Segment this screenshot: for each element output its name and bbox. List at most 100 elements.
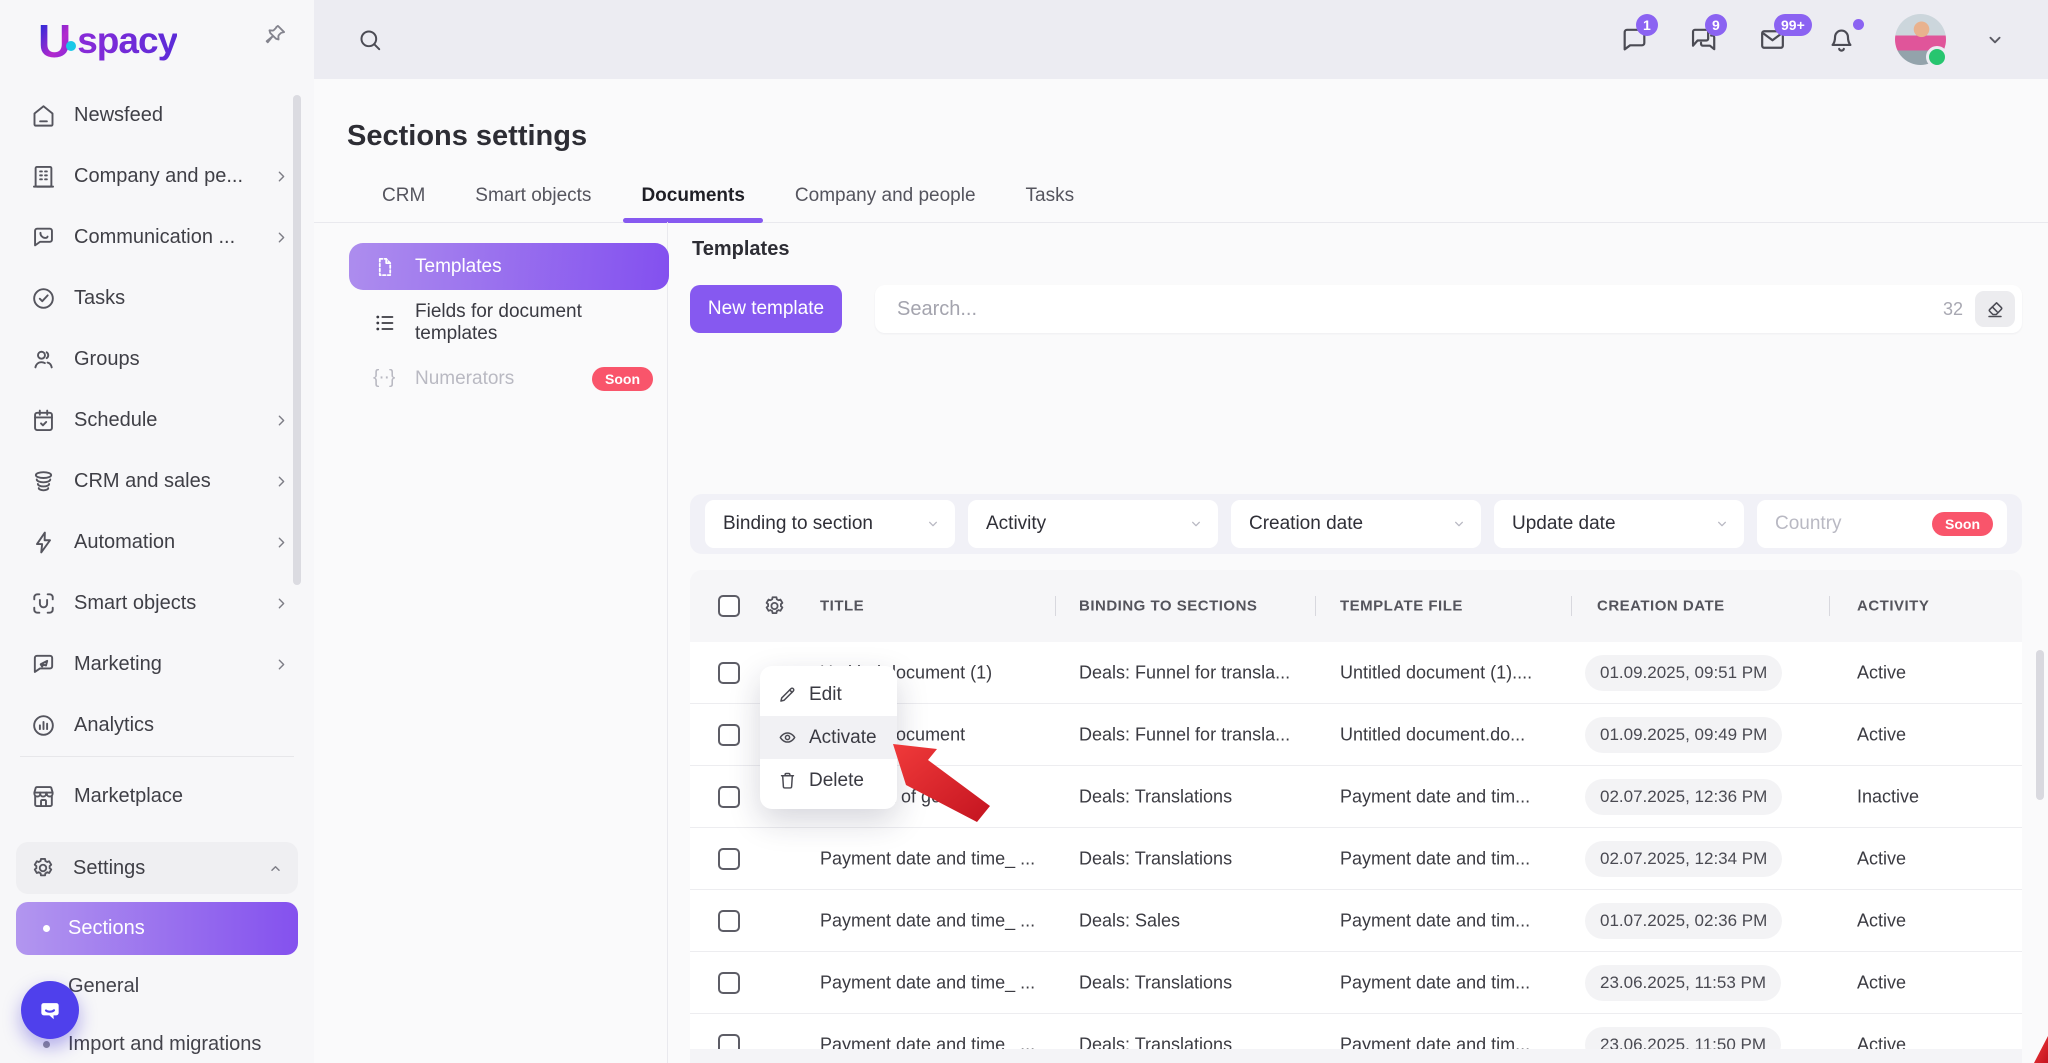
column-activity[interactable]: ACTIVITY: [1857, 598, 1929, 615]
table-row[interactable]: Payment date and time_ ... Deals: Sales …: [690, 890, 2022, 952]
logo-letter-u: U: [38, 14, 70, 68]
tab[interactable]: Tasks: [1024, 185, 1077, 222]
sidebar-item[interactable]: Newsfeed: [0, 85, 314, 146]
context-menu-item-label: Activate: [809, 727, 877, 749]
row-checkbox[interactable]: [718, 848, 740, 870]
filter-dropdown[interactable]: Update date: [1494, 500, 1744, 548]
sidebar-item[interactable]: Groups: [0, 329, 314, 390]
context-menu-item[interactable]: Delete: [760, 759, 897, 802]
sidebar-item[interactable]: Schedule: [0, 390, 314, 451]
cell-activity: Active: [1857, 662, 1906, 683]
cell-file: Untitled document (1)....: [1340, 662, 1532, 683]
subnav-item[interactable]: {··} Numerators Soon: [349, 355, 669, 402]
search-box: 32: [875, 285, 2022, 333]
filter-dropdown[interactable]: Creation date: [1231, 500, 1481, 548]
sidebar-item-marketplace[interactable]: Marketplace: [0, 766, 314, 827]
column-separator: [1829, 596, 1830, 616]
subnav-item-label: Numerators: [415, 368, 514, 390]
column-title[interactable]: TITLE: [820, 598, 864, 615]
cell-title: Payment date and time_ ...: [820, 972, 1035, 993]
cell-file: Payment date and tim...: [1340, 848, 1530, 869]
search-input[interactable]: [895, 297, 1943, 322]
subnav-item[interactable]: Templates: [349, 243, 669, 290]
sidebar-scrollbar-thumb[interactable]: [293, 95, 301, 585]
chevron-down-icon[interactable]: [1984, 29, 2006, 51]
subnav-item-label: Templates: [415, 256, 502, 278]
tab[interactable]: Documents: [639, 185, 746, 222]
table-row[interactable]: Payment date and time_ ... Deals: Transl…: [690, 952, 2022, 1014]
sidebar-item[interactable]: Automation: [0, 512, 314, 573]
sidebar-item[interactable]: Marketing: [0, 634, 314, 695]
sidebar-item-settings[interactable]: Settings: [16, 842, 298, 894]
support-chat-fab[interactable]: [21, 981, 79, 1039]
pin-sidebar-icon[interactable]: [262, 22, 288, 48]
user-avatar[interactable]: [1895, 14, 1946, 65]
sidebar-item[interactable]: Analytics: [0, 695, 314, 756]
sidebar-item-label: Tasks: [74, 287, 125, 310]
sidebar-item[interactable]: Tasks: [0, 268, 314, 329]
cell-creation-date: 23.06.2025, 11:53 PM: [1585, 965, 1781, 1001]
chevron-up-icon: [267, 860, 284, 877]
chevron-right-icon: [273, 534, 290, 551]
settings-submenu-item[interactable]: Sections: [16, 902, 298, 955]
messenger-button[interactable]: 1: [1619, 24, 1650, 55]
column-file[interactable]: TEMPLATE FILE: [1340, 598, 1463, 615]
select-all-checkbox[interactable]: [718, 595, 740, 617]
cell-creation-date: 01.07.2025, 02:36 PM: [1585, 903, 1782, 939]
context-menu-item[interactable]: Edit: [760, 673, 897, 716]
online-status-dot: [1926, 46, 1948, 68]
sidebar-item[interactable]: Smart objects: [0, 573, 314, 634]
context-menu-item[interactable]: Activate: [760, 716, 897, 759]
cell-activity: Active: [1857, 910, 1906, 931]
chevron-right-icon: [273, 473, 290, 490]
context-menu-item-icon: [777, 770, 798, 791]
cell-activity: Inactive: [1857, 786, 1919, 807]
content-scrollbar-thumb[interactable]: [2036, 650, 2044, 800]
chevron-right-icon: [273, 656, 290, 673]
sidebar-item-icon: [30, 285, 57, 312]
row-checkbox[interactable]: [718, 972, 740, 994]
sidebar-item[interactable]: CRM and sales: [0, 451, 314, 512]
filter-dropdown[interactable]: Country Soon: [1757, 500, 2007, 548]
filter-dropdown[interactable]: Binding to section: [705, 500, 955, 548]
table-row[interactable]: Payment date and time_ ... Deals: Transl…: [690, 828, 2022, 890]
tab[interactable]: Company and people: [793, 185, 978, 222]
tab-label: Documents: [641, 185, 744, 206]
sidebar-item-label: Schedule: [74, 409, 157, 432]
uspacy-logo[interactable]: U spacy: [38, 14, 177, 68]
sidebar-item-label: Marketing: [74, 653, 162, 676]
tab[interactable]: Smart objects: [473, 185, 593, 222]
tab[interactable]: CRM: [380, 185, 427, 222]
cell-binding: Deals: Translations: [1079, 848, 1232, 869]
row-checkbox[interactable]: [718, 662, 740, 684]
row-checkbox[interactable]: [718, 786, 740, 808]
chevron-right-icon: [273, 595, 290, 612]
tab-label: Company and people: [795, 185, 976, 206]
settings-label: Settings: [73, 857, 145, 880]
group-chat-button[interactable]: 9: [1688, 24, 1719, 55]
column-creation[interactable]: CREATION DATE: [1597, 598, 1725, 615]
table-settings-gear-icon[interactable]: [762, 594, 787, 619]
sidebar-item-label: CRM and sales: [74, 470, 211, 493]
row-checkbox[interactable]: [718, 910, 740, 932]
mail-button[interactable]: 99+: [1757, 24, 1788, 55]
soon-badge: Soon: [592, 367, 653, 391]
clear-search-button[interactable]: [1975, 291, 2015, 327]
cell-activity: Active: [1857, 848, 1906, 869]
search-result-count: 32: [1943, 299, 1963, 320]
column-binding[interactable]: BINDING TO SECTIONS: [1079, 598, 1257, 615]
sidebar-item-label: Analytics: [74, 714, 154, 737]
sidebar-item[interactable]: Company and pe...: [0, 146, 314, 207]
sidebar-item[interactable]: Communication ...: [0, 207, 314, 268]
new-template-button[interactable]: New template: [690, 285, 842, 333]
row-checkbox[interactable]: [718, 724, 740, 746]
page-title: Sections settings: [347, 120, 587, 153]
subnav-item[interactable]: Fields for document templates: [349, 299, 669, 346]
notifications-button[interactable]: [1826, 24, 1857, 55]
search-icon[interactable]: [356, 26, 384, 54]
column-separator: [1571, 596, 1572, 616]
filter-dropdown[interactable]: Activity: [968, 500, 1218, 548]
chevron-down-icon: [925, 516, 941, 532]
panel-heading: Templates: [692, 238, 789, 261]
sidebar-item-label: Smart objects: [74, 592, 196, 615]
